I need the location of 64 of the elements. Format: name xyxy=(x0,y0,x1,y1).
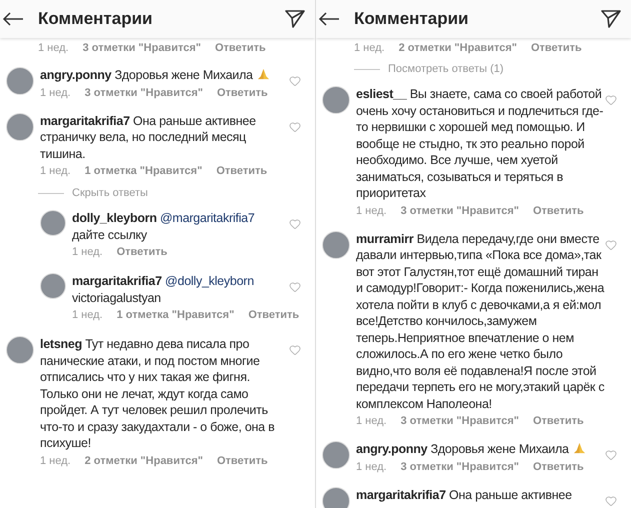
avatar[interactable] xyxy=(322,441,350,469)
comment-text: murramirr Видела передачу,где они вместе давали интервью,типа «Пока все дома»,так вот этот Галустян,тот ещё домашний тиран и самодур!Говорит:- Когда поженились,жена хотела пойти в клуб с девочками,а я ей:мол все!Детство кончилось,замужем теперь.Неприятное впечатление о нем сложилось.А по его жене четко было видно,что воля её подавлена!Я после этой передачи терпеть его не могу,этакий царёк с комплексом Наполеона! xyxy=(356,230,606,412)
comment-time: 1 нед. xyxy=(38,41,69,56)
reply-link[interactable]: Ответить xyxy=(532,458,584,476)
avatar[interactable] xyxy=(6,112,34,140)
likes-count[interactable]: 3 отметки "Нравится" xyxy=(400,413,519,430)
page-title: Комментарии xyxy=(38,9,154,29)
avatar[interactable] xyxy=(6,336,34,364)
heart-icon[interactable] xyxy=(605,494,617,506)
reply-link[interactable]: Ответить xyxy=(532,413,584,430)
page-title: Комментарии xyxy=(354,9,470,29)
back-arrow-icon[interactable] xyxy=(2,12,24,26)
likes-count[interactable]: 2 отметки "Нравится" xyxy=(84,452,203,470)
heart-icon[interactable] xyxy=(289,281,301,293)
reply-link[interactable]: Ответить xyxy=(532,202,584,220)
avatar[interactable] xyxy=(40,210,66,236)
likes-count[interactable]: 2 отметки "Нравится" xyxy=(398,40,517,57)
heart-icon[interactable] xyxy=(289,75,301,87)
comment-text: margaritakrifia7 Она раньше активнее страничку вела, но последний месяц тишина. xyxy=(40,112,257,162)
send-icon[interactable] xyxy=(285,10,305,28)
likes-count[interactable]: 3 отметки "Нравится" xyxy=(400,458,519,476)
likes-count[interactable]: 3 отметки "Нравится" xyxy=(84,84,203,102)
reply-link[interactable]: Ответить xyxy=(248,307,300,324)
likes-count[interactable]: 3 отметки "Нравится" xyxy=(400,202,519,220)
heart-icon[interactable] xyxy=(289,120,301,132)
heart-icon[interactable] xyxy=(289,344,301,356)
comment-time: 1 нед. xyxy=(354,41,385,56)
reply-link[interactable]: Ответить xyxy=(530,40,582,57)
likes-count[interactable]: 3 отметки "Нравится" xyxy=(82,40,201,57)
comment-time: 1 нед. xyxy=(72,308,103,323)
heart-icon[interactable] xyxy=(605,449,617,461)
comment-text: angry.ponny Здоровья жене Михаила xyxy=(40,67,290,84)
comment-time: 1 нед. xyxy=(356,414,387,429)
heart-icon[interactable] xyxy=(605,238,617,250)
comment-text: esliest__ Вы знаете, сама со своей работой очень хочу остановиться и подлечиться где-то нервишки с хорошей мед помощью. И вообще не стыдно, тк это реально порой необходимо. Все лучше, чем хуетой заниматься, созываться и теряться в приоритетах xyxy=(356,86,604,202)
comment-time: 1 нед. xyxy=(356,460,387,474)
replies-toggle[interactable]: Посмотреть ответы (1) xyxy=(388,63,504,75)
reply-link[interactable]: Ответить xyxy=(214,40,266,57)
avatar[interactable] xyxy=(322,486,350,508)
reply-link[interactable]: Ответить xyxy=(116,244,168,261)
comment-time: 1 нед. xyxy=(40,86,71,100)
avatar[interactable] xyxy=(322,230,350,258)
replies-toggle[interactable]: Скрыть ответы xyxy=(72,187,148,199)
comment-text: margaritakrifia7 Она раньше активнее xyxy=(356,486,573,503)
avatar[interactable] xyxy=(40,273,66,299)
avatar[interactable] xyxy=(6,67,34,95)
comment-text: angry.ponny Здоровья жене Михаила xyxy=(356,441,606,458)
comment-text: margaritakrifia7 @dolly_kleyborn victoriagalustyan xyxy=(72,273,255,306)
reply-link[interactable]: Ответить xyxy=(216,84,268,102)
back-arrow-icon[interactable] xyxy=(318,12,340,26)
avatar[interactable] xyxy=(322,86,350,114)
comment-text: dolly_kleyborn @margaritakrifia7 дайте ссылку xyxy=(72,210,256,243)
reply-link[interactable]: Ответить xyxy=(216,163,268,180)
send-icon[interactable] xyxy=(601,10,621,28)
likes-count[interactable]: 1 отметка "Нравится" xyxy=(116,307,234,324)
comment-text: letsneg Тут недавно дева писала про панические атаки, и под постом многие отписались что у них такая же фигня. Только они не лечат, ждут когда само пройдет. А тут человек решил пролечить что-то и сразу закудахтали - о боже, она в психуше! xyxy=(40,336,276,452)
heart-icon[interactable] xyxy=(605,94,617,106)
comment-time: 1 нед. xyxy=(356,204,387,218)
reply-link[interactable]: Ответить xyxy=(216,452,268,470)
comment-time: 1 нед. xyxy=(72,245,103,260)
comment-time: 1 нед. xyxy=(40,454,71,468)
heart-icon[interactable] xyxy=(289,218,301,230)
comment-time: 1 нед. xyxy=(40,164,71,179)
likes-count[interactable]: 1 отметка "Нравится" xyxy=(84,163,202,180)
